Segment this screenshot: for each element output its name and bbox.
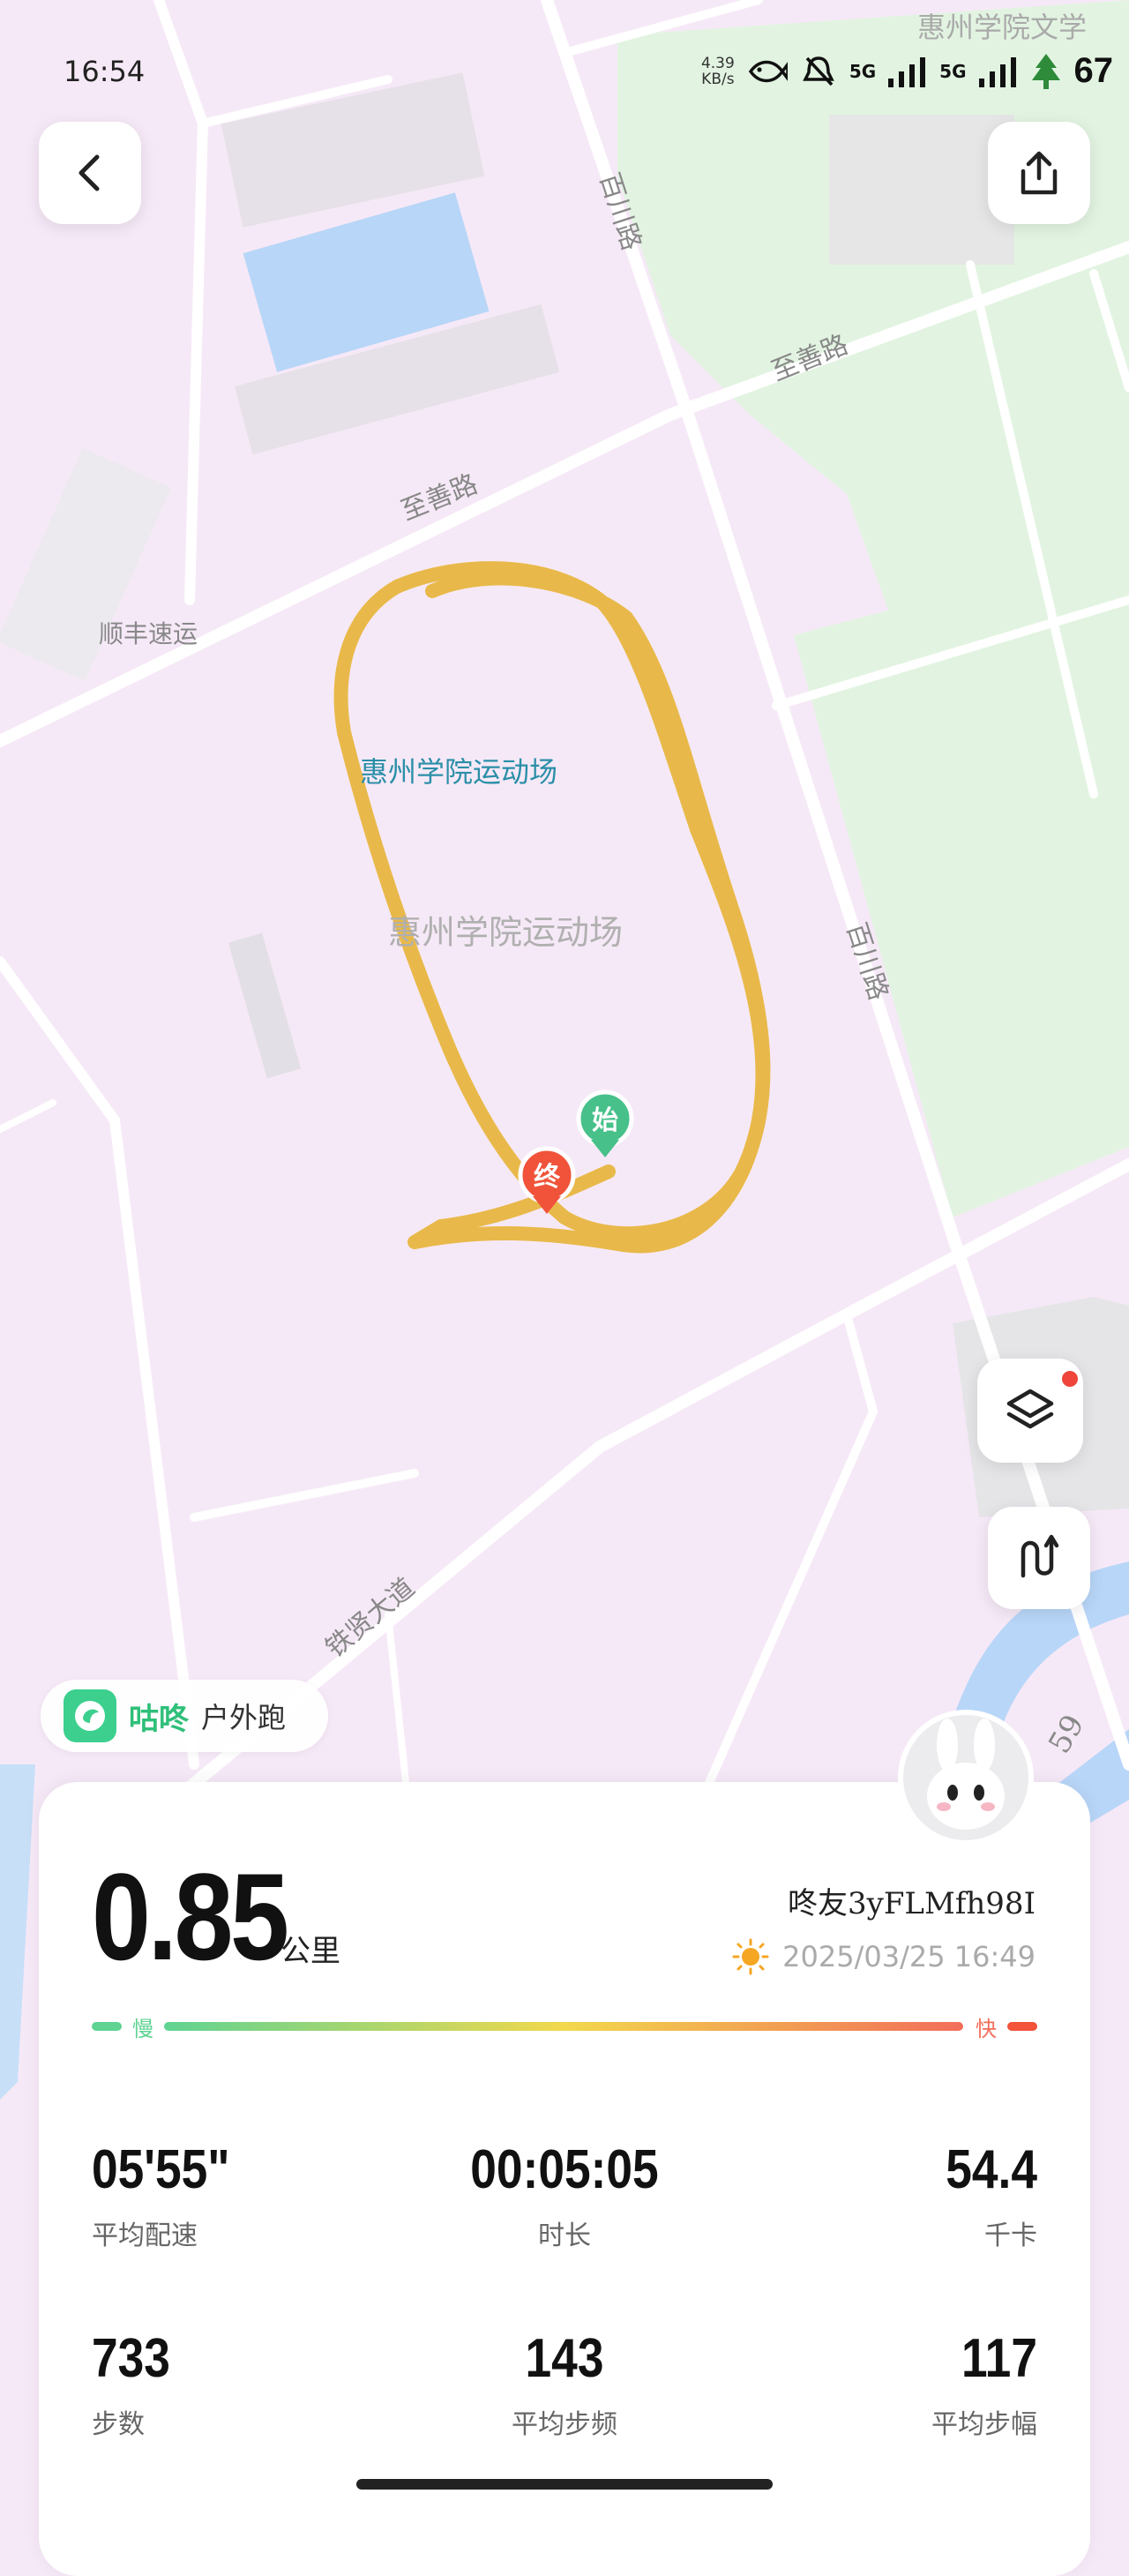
stat-label: 时长 — [538, 2220, 591, 2251]
stat-label: 步数 — [92, 2409, 145, 2440]
pace-fast-swatch — [1007, 2022, 1037, 2031]
bunny-avatar-icon — [927, 1719, 1005, 1830]
pace-gradient — [164, 2022, 963, 2031]
stat-value: 54.4 — [946, 2139, 1037, 2200]
stat-steps: 733 步数 — [92, 2327, 374, 2441]
brand-badge: 咕咚 户外跑 — [41, 1680, 328, 1752]
back-icon — [79, 154, 100, 191]
stat-value: 117 — [961, 2328, 1037, 2389]
stat-value: 00:05:05 — [470, 2139, 659, 2200]
pace-slow-swatch — [92, 2022, 122, 2031]
back-button[interactable] — [39, 122, 141, 224]
status-time: 16:54 — [64, 55, 146, 88]
user-name: 咚友3yFLMfh98I — [788, 1886, 1036, 1921]
layers-button[interactable] — [977, 1359, 1083, 1463]
distance-value: 0.85 — [92, 1847, 289, 1986]
home-indicator[interactable] — [356, 2479, 773, 2490]
mute-bell-icon — [802, 56, 834, 86]
building — [829, 115, 1014, 265]
pace-gradient-bar: 慢 快 — [92, 2017, 1037, 2040]
stat-label: 千卡 — [984, 2220, 1037, 2251]
battery-level: 67 — [1073, 51, 1114, 90]
layers-icon — [1006, 1389, 1054, 1429]
stat-label: 平均步频 — [512, 2409, 617, 2440]
stat-avg-pace: 05'55" 平均配速 — [92, 2138, 374, 2252]
activity-type: 户外跑 — [201, 1701, 287, 1734]
end-marker-label: 终 — [534, 1162, 561, 1193]
map-label-poi: 惠州学院运动场 — [360, 755, 557, 789]
brand-name: 咕咚 — [129, 1701, 189, 1737]
network-speed: 4.39 KB/s — [701, 56, 735, 87]
tree-icon — [1031, 53, 1060, 89]
map-label-area: 惠州学院运动场 — [388, 913, 623, 952]
stat-duration: 00:05:05 时长 — [423, 2138, 706, 2252]
stat-label: 平均步幅 — [931, 2409, 1037, 2440]
avatar[interactable] — [898, 1710, 1034, 1846]
stat-label: 平均配速 — [92, 2220, 198, 2251]
sun-icon — [732, 1938, 769, 1975]
route-icon — [1021, 1534, 1059, 1578]
map-label-poi: 顺丰速运 — [99, 619, 198, 648]
signal-icon — [888, 56, 926, 87]
stat-calories: 54.4 千卡 — [755, 2138, 1037, 2252]
stat-stride: 117 平均步幅 — [755, 2327, 1037, 2441]
notification-dot — [1062, 1371, 1078, 1387]
sim2-label: 5G — [939, 60, 967, 82]
codoon-logo-icon — [64, 1689, 116, 1742]
network-speed-value: 4.39 — [700, 54, 735, 72]
fish-icon — [748, 60, 788, 82]
route-toggle-button[interactable] — [988, 1507, 1090, 1609]
stat-value: 733 — [92, 2328, 170, 2389]
share-button[interactable] — [988, 122, 1090, 224]
map-label-area: 惠州学院文学 — [917, 11, 1087, 44]
weather-date-row: 2025/03/25 16:49 — [731, 1937, 1036, 1976]
signal-icon — [978, 56, 1016, 87]
status-icons: 4.39 KB/s 5G 5G 67 — [701, 51, 1113, 91]
share-icon — [1021, 151, 1058, 195]
run-datetime: 2025/03/25 16:49 — [782, 1940, 1036, 1973]
status-bar: 16:54 4.39 KB/s 5G 5G 67 — [0, 51, 1129, 104]
pace-slow-label: 慢 — [132, 2017, 153, 2040]
network-speed-unit: KB/s — [701, 70, 735, 88]
start-marker-label: 始 — [592, 1105, 618, 1136]
distance-unit: 公里 — [280, 1934, 340, 1969]
sim1-label: 5G — [849, 60, 877, 82]
stat-value: 05'55" — [92, 2139, 230, 2200]
stat-value: 143 — [525, 2328, 604, 2389]
pace-fast-label: 快 — [976, 2017, 997, 2040]
stat-cadence: 143 平均步频 — [423, 2327, 706, 2441]
